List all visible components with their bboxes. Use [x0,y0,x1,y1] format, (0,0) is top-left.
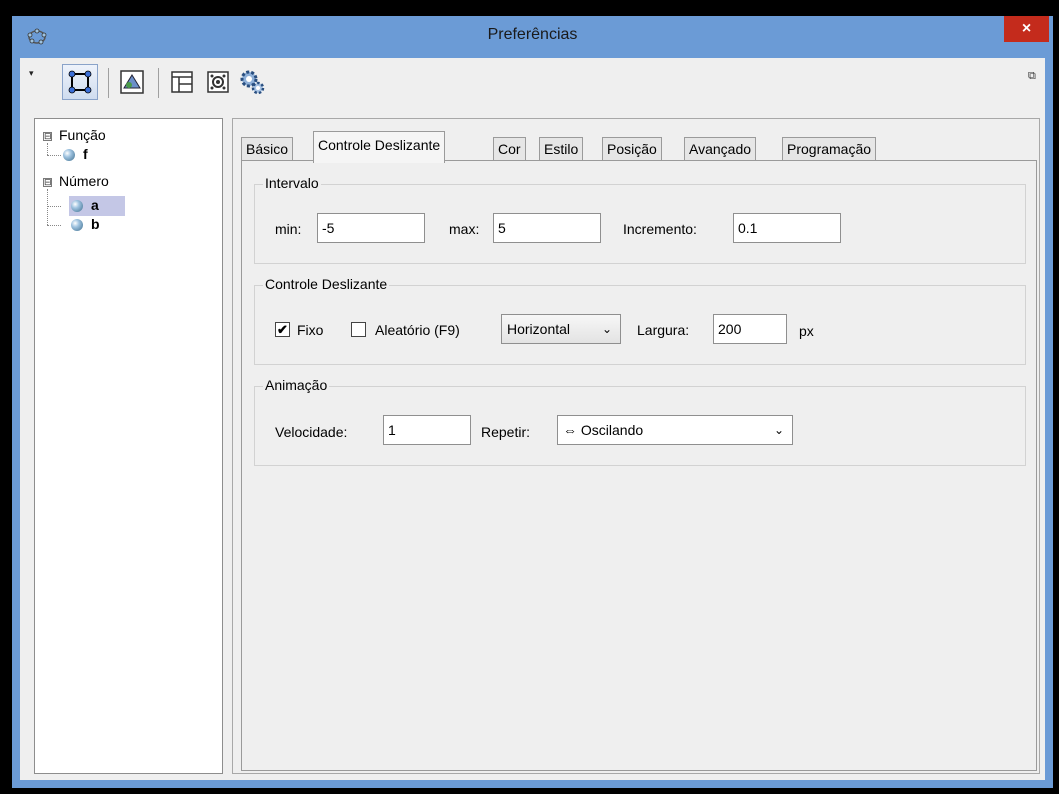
min-input[interactable]: -5 [317,213,425,243]
repeat-value: ⇔ Oscilando [563,422,644,438]
animacao-title: Animação [263,377,330,393]
orientation-select[interactable]: Horizontal ⌄ [501,314,621,344]
tab-cor[interactable]: Cor [493,137,526,161]
incremento-input[interactable]: 0.1 [733,213,841,243]
dialog-body: ▾ ⧉ ⊟ Função f ⊟ Número a b Básico Contr… [20,58,1045,780]
animacao-group: Animação Velocidade: 1 Repetir: ⇔ Oscila… [254,377,1026,466]
repetir-label: Repetir: [481,424,531,440]
repeat-select[interactable]: ⇔ Oscilando ⌄ [557,415,793,445]
px-unit-label: px [799,323,814,339]
velocidade-label: Velocidade: [275,424,348,440]
object-tree: ⊟ Função f ⊟ Número a b [34,118,223,774]
layout-icon [171,71,193,93]
tree-group-numero[interactable]: Número [59,173,109,191]
aleatorio-checkbox[interactable] [351,322,366,337]
window-title: Preferências [487,26,578,43]
min-label: min: [275,221,302,237]
intervalo-title: Intervalo [263,175,321,191]
tab-content-controle-deslizante: Intervalo min: -5 max: 5 Incremento: 0.1… [241,160,1037,771]
tab-programacao[interactable]: Programação [782,137,877,161]
defaults-icon [207,71,229,93]
layout-button[interactable] [164,64,200,100]
tree-connector [47,143,48,155]
tab-estilo[interactable]: Estilo [539,137,584,161]
tree-group-funcao[interactable]: Função [59,127,106,145]
tab-controle-deslizante[interactable]: Controle Deslizante [313,131,446,163]
defaults-button[interactable] [200,64,236,100]
velocidade-input[interactable]: 1 [383,415,471,445]
tree-item-a[interactable]: a [91,197,99,215]
fixo-label: Fixo [297,322,324,338]
advanced-settings-icon [240,70,265,95]
tab-posicao[interactable]: Posição [602,137,662,161]
toolbar: ▾ ⧉ [20,58,1045,110]
object-properties-icon [68,70,92,94]
largura-input[interactable]: 200 [713,314,787,344]
tree-connector [47,189,48,225]
tree-item-f[interactable]: f [83,146,88,164]
graphics-button[interactable] [114,64,150,100]
chevron-down-icon: ⌄ [601,322,612,336]
object-ball-icon [71,200,83,212]
max-input[interactable]: 5 [493,213,601,243]
fixo-checkbox[interactable]: ✔ [275,322,290,337]
orientation-value: Horizontal [507,321,571,337]
max-label: max: [449,221,480,237]
title-bar[interactable]: Preferências × [12,16,1053,58]
properties-panel: Básico Controle Deslizante Cor Estilo Po… [232,118,1040,774]
collapse-icon[interactable]: ⊟ [43,178,52,187]
graphics-icon [120,70,144,94]
toolbar-menu-arrow-icon[interactable]: ▾ [29,68,34,79]
tree-connector [47,206,61,207]
incremento-label: Incremento: [623,221,697,237]
largura-label: Largura: [637,322,690,338]
tab-avancado[interactable]: Avançado [684,137,757,161]
controle-deslizante-title: Controle Deslizante [263,276,390,292]
intervalo-group: Intervalo min: -5 max: 5 Incremento: 0.1 [254,175,1026,264]
toolbar-separator [158,68,159,98]
tab-basico[interactable]: Básico [241,137,294,161]
object-ball-icon [63,149,75,161]
tree-connector [47,155,61,156]
preferences-window: Preferências × ▾ ⧉ ⊟ Função f ⊟ Número a… [12,16,1053,788]
object-ball-icon [71,219,83,231]
tree-connector [47,225,61,226]
advanced-settings-button[interactable] [234,64,270,100]
object-properties-button[interactable] [62,64,98,100]
chevron-down-icon: ⌄ [773,423,784,437]
controle-deslizante-group: Controle Deslizante ✔ Fixo Aleatório (F9… [254,276,1026,365]
collapse-icon[interactable]: ⊟ [43,132,52,141]
toolbar-separator [108,68,109,98]
aleatorio-label: Aleatório (F9) [375,322,460,338]
undock-icon[interactable]: ⧉ [1028,70,1036,83]
close-button[interactable]: × [1004,16,1049,42]
tree-item-b[interactable]: b [91,216,100,234]
